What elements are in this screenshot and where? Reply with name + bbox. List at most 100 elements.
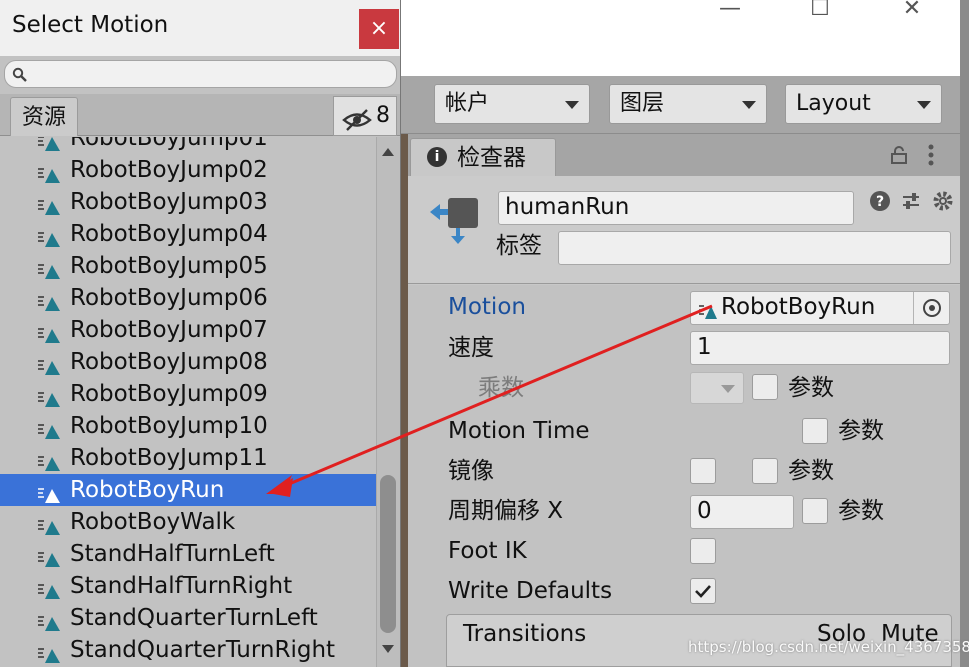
animation-clip-icon <box>36 577 64 599</box>
lock-icon[interactable] <box>890 146 908 164</box>
object-picker-icon[interactable] <box>913 292 949 324</box>
list-item[interactable]: RobotBoyJump01 <box>0 137 376 154</box>
list-item-label: StandQuarterTurnLeft <box>70 605 318 631</box>
list-item[interactable]: RobotBoyJump03 <box>0 186 376 218</box>
animation-clip-icon <box>36 353 64 375</box>
layers-label: 图层 <box>620 91 665 116</box>
list-item[interactable]: StandHalfTurnLeft <box>0 538 376 570</box>
animation-clip-icon <box>36 289 64 311</box>
mirror-param-label: 参数 <box>788 458 834 484</box>
animation-clip-icon <box>36 321 64 343</box>
animation-clip-icon <box>36 449 64 471</box>
speed-label: 速度 <box>448 335 494 361</box>
tag-label: 标签 <box>496 233 542 259</box>
foot-ik-label: Foot IK <box>448 538 527 564</box>
animation-clip-icon <box>36 257 64 279</box>
animator-state-icon <box>426 194 486 246</box>
list-item[interactable]: RobotBoyJump06 <box>0 282 376 314</box>
cycle-offset-param-checkbox[interactable] <box>802 498 828 524</box>
list-item-label: RobotBoyJump05 <box>70 253 268 279</box>
multiplier-param-label: 参数 <box>788 375 834 401</box>
multiplier-param-checkbox[interactable] <box>752 374 778 400</box>
mirror-checkbox[interactable] <box>690 458 716 484</box>
layout-dropdown[interactable]: Layout <box>785 84 942 124</box>
list-item[interactable]: RobotBoyJump09 <box>0 378 376 410</box>
hidden-packages-toggle[interactable]: 8 <box>333 96 397 136</box>
maximize-button[interactable]: ☐ <box>796 0 844 22</box>
list-item[interactable]: RobotBoyJump05 <box>0 250 376 282</box>
list-item[interactable]: RobotBoyJump02 <box>0 154 376 186</box>
list-item-label: RobotBoyJump10 <box>70 413 268 439</box>
transitions-label: Transitions <box>463 621 587 647</box>
foot-ik-checkbox[interactable] <box>690 538 716 564</box>
search-icon <box>12 67 28 83</box>
mirror-label: 镜像 <box>448 458 494 484</box>
tag-field[interactable] <box>558 231 951 265</box>
list-item-label: StandQuarterTurnRight <box>70 637 336 663</box>
speed-field[interactable]: 1 <box>690 331 950 365</box>
motion-label: Motion <box>448 294 526 320</box>
scene-view-edge <box>400 134 408 667</box>
list-item[interactable]: RobotBoyWalk <box>0 506 376 538</box>
mirror-param-checkbox[interactable] <box>752 458 778 484</box>
motion-value: RobotBoyRun <box>721 294 876 320</box>
list-item-label: RobotBoyJump03 <box>70 189 268 215</box>
tab-inspector[interactable]: i 检查器 <box>410 138 556 176</box>
gear-icon[interactable] <box>932 190 954 212</box>
editor-titlebar: — ☐ ✕ <box>400 0 960 76</box>
list-item-label: RobotBoyJump07 <box>70 317 268 343</box>
animation-clip-icon <box>36 641 64 663</box>
chevron-down-icon <box>721 385 735 393</box>
multiplier-param-dropdown[interactable] <box>690 372 744 404</box>
write-defaults-checkbox[interactable] <box>690 578 716 604</box>
list-item-label: RobotBoyJump02 <box>70 157 268 183</box>
dialog-close-button[interactable]: × <box>359 9 399 49</box>
list-item[interactable]: RobotBoyJump04 <box>0 218 376 250</box>
watermark: https://blog.csdn.net/weixin_43673589 <box>688 638 969 656</box>
list-item-label: RobotBoyJump01 <box>70 137 268 151</box>
list-item-label: RobotBoyWalk <box>70 509 236 535</box>
account-dropdown[interactable]: 帐户 <box>434 84 590 124</box>
search-field[interactable] <box>4 60 397 88</box>
list-item[interactable]: StandQuarterTurnLeft <box>0 602 376 634</box>
window-close-button[interactable]: ✕ <box>888 0 936 22</box>
multiplier-label: 乘数 <box>478 375 524 401</box>
search-input[interactable] <box>31 63 391 85</box>
list-item-label: StandHalfTurnRight <box>70 573 293 599</box>
scroll-up-icon[interactable] <box>382 148 394 156</box>
tab-assets[interactable]: 资源 <box>10 97 78 136</box>
motion-time-param-label: 参数 <box>838 418 884 444</box>
svg-text:?: ? <box>876 194 884 210</box>
account-label: 帐户 <box>445 91 490 116</box>
list-item[interactable]: RobotBoyJump11 <box>0 442 376 474</box>
scrollbar-thumb[interactable] <box>380 475 396 633</box>
more-options-icon[interactable] <box>926 143 936 167</box>
list-item-label: RobotBoyJump08 <box>70 349 268 375</box>
minimize-button[interactable]: — <box>706 0 754 22</box>
scroll-down-icon[interactable] <box>382 645 394 653</box>
animation-clip-icon <box>36 193 64 215</box>
layers-dropdown[interactable]: 图层 <box>609 84 767 124</box>
motion-time-param-checkbox[interactable] <box>802 418 828 444</box>
help-icon[interactable]: ? <box>869 190 891 212</box>
motion-object-field[interactable]: RobotBoyRun <box>690 291 950 325</box>
list-item[interactable]: StandQuarterTurnRight <box>0 634 376 666</box>
animation-clip-icon <box>697 299 719 319</box>
preset-sliders-icon[interactable] <box>900 190 922 212</box>
list-item-label: RobotBoyJump04 <box>70 221 268 247</box>
list-item[interactable]: RobotBoyJump10 <box>0 410 376 442</box>
list-item[interactable]: StandHalfTurnRight <box>0 570 376 602</box>
list-item[interactable]: RobotBoyJump07 <box>0 314 376 346</box>
state-name-field[interactable]: humanRun <box>498 191 854 225</box>
animation-clip-icon <box>36 417 64 439</box>
list-item-label: RobotBoyJump11 <box>70 445 268 471</box>
cycle-offset-param-label: 参数 <box>838 498 884 524</box>
info-icon: i <box>427 147 447 167</box>
list-item[interactable]: RobotBoyRun <box>0 474 376 506</box>
list-item[interactable]: RobotBoyJump08 <box>0 346 376 378</box>
cycle-offset-field[interactable]: 0 <box>690 495 794 529</box>
animation-clip-icon <box>36 161 64 183</box>
animation-clip-icon <box>36 385 64 407</box>
adjacent-window-edge <box>960 0 969 667</box>
checkmark-icon <box>695 585 711 598</box>
